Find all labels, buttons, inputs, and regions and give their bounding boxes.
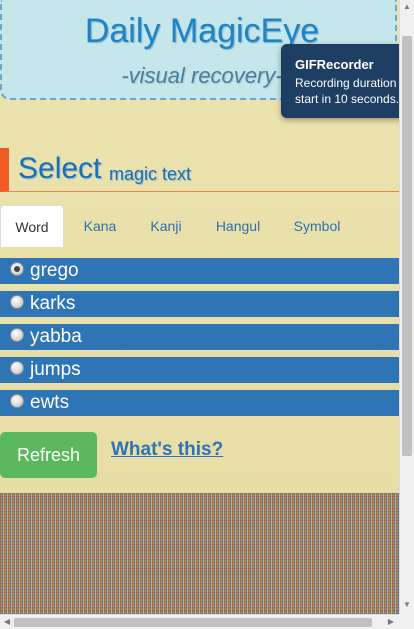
scroll-arrow-left-icon[interactable]: ◀ [0,617,14,626]
word-option-ewts[interactable]: ewts [0,390,399,416]
radio-icon[interactable] [10,394,24,408]
tab-word[interactable]: Word [0,205,64,247]
option-label: karks [30,293,76,314]
word-option-yabba[interactable]: yabba [0,324,399,350]
option-label: yabba [30,326,82,347]
horizontal-scrollbar[interactable]: ◀ ▶ [0,614,399,629]
radio-icon[interactable] [10,361,24,375]
scroll-arrow-up-icon[interactable]: ▲ [400,2,414,11]
section-heading: Select magic text [0,148,399,192]
radio-icon[interactable] [10,328,24,342]
word-option-grego[interactable]: grego [0,258,399,284]
word-option-karks[interactable]: karks [0,291,399,317]
tab-kanji[interactable]: Kanji [136,205,196,247]
section-heading-subtitle: magic text [109,164,192,184]
radio-icon[interactable] [10,295,24,309]
option-label: grego [30,260,79,281]
notification-title: GIFRecorder [295,57,374,72]
vertical-scroll-thumb[interactable] [402,36,412,456]
stereogram-image [0,493,399,614]
radio-icon[interactable] [10,262,24,276]
tab-symbol[interactable]: Symbol [282,205,352,247]
option-label: jumps [30,359,81,380]
whats-this-link[interactable]: What's this? [111,439,223,461]
word-option-jumps[interactable]: jumps [0,357,399,383]
horizontal-scroll-thumb[interactable] [14,618,372,627]
tab-hangul[interactable]: Hangul [204,205,272,247]
refresh-button[interactable]: Refresh [0,432,97,478]
tab-kana[interactable]: Kana [70,205,130,247]
gifrecorder-notification[interactable]: GIFRecorder Recording duration start in … [281,44,414,118]
vertical-scrollbar[interactable]: ▲ ▼ [399,0,414,614]
scroll-arrow-right-icon[interactable]: ▶ [384,617,398,626]
notification-message: Recording duration start in 10 seconds. [295,76,400,106]
text-type-tabs: Word Kana Kanji Hangul Symbol [0,205,399,247]
section-heading-title: Select [18,152,102,185]
option-label: ewts [30,392,70,413]
scrollbar-corner [399,614,414,629]
scroll-arrow-down-icon[interactable]: ▼ [400,600,414,609]
